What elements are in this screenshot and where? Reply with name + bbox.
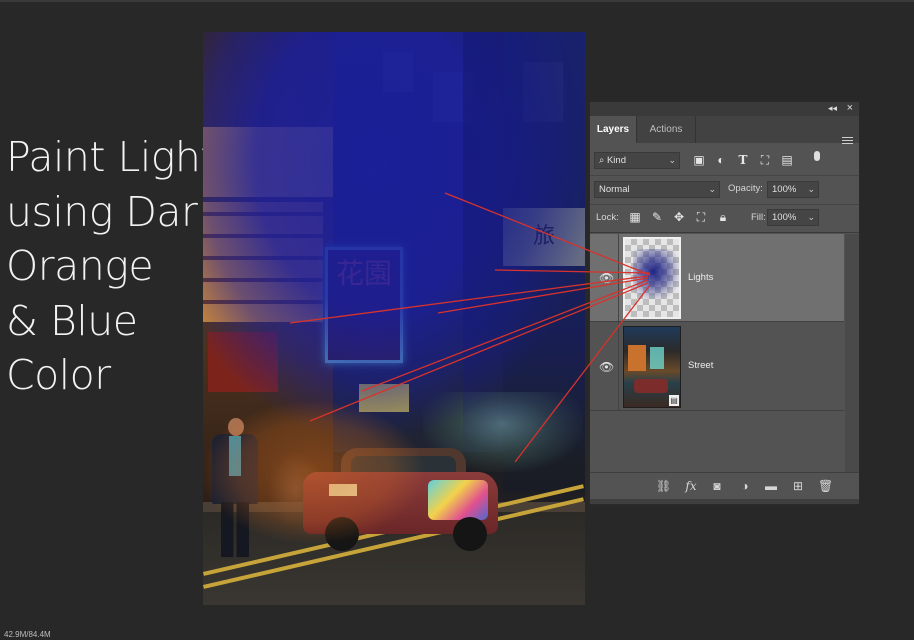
tab-actions[interactable]: Actions (636, 116, 696, 143)
lock-all-icon[interactable]: 🔒︎ (716, 210, 730, 224)
orange-light-paint (203, 372, 473, 572)
smart-object-filter-icon[interactable]: ▤ (780, 153, 794, 167)
lock-row: Lock: ▦ ✎ ✥ ⛶ 🔒︎ Fill: 100% ⌄ (590, 204, 859, 233)
panel-tabbar: Layers Actions (590, 116, 859, 146)
smart-object-icon: ▤ (669, 395, 679, 406)
layer-row-lights[interactable]: 👁︎ Lights (590, 234, 844, 322)
fill-field[interactable]: 100% ⌄ (767, 209, 819, 226)
chevron-down-icon: ⌄ (807, 212, 815, 222)
layer-name-lights[interactable]: Lights (688, 272, 713, 283)
close-icon[interactable]: × (847, 102, 853, 114)
chevron-down-icon: ⌄ (708, 184, 716, 194)
chevron-down-icon: ⌄ (668, 155, 676, 165)
layers-panel: ◂◂ × Layers Actions ⌕ Kind ⌄ ▣ ◐ T ⛶ ▤ N… (589, 101, 860, 505)
divider (618, 322, 619, 410)
search-icon: ⌕ (599, 155, 605, 166)
link-icon[interactable]: ⛓︎ (656, 479, 671, 493)
lock-label: Lock: (596, 212, 619, 223)
caption-line-1: Paint Light (6, 133, 216, 181)
caption-line-2: using Dark (6, 187, 221, 236)
eye-icon[interactable]: 👁︎ (599, 271, 614, 285)
divider (618, 234, 619, 321)
new-layer-icon[interactable]: ⊞ (791, 479, 805, 493)
filter-kind-select[interactable]: ⌕ Kind ⌄ (594, 152, 680, 169)
mask-icon[interactable]: ◙ (710, 479, 724, 493)
thumbnail-paint (633, 249, 679, 299)
thumbnail-detail (650, 347, 664, 369)
shape-filter-icon[interactable]: ⛶ (758, 153, 772, 167)
caption-line-4: & Blue (6, 296, 138, 345)
layer-row-street[interactable]: 👁︎ ▤ Street (590, 322, 844, 411)
lock-image-pixels-icon[interactable]: ✎ (650, 210, 664, 224)
chevron-down-icon: ⌄ (807, 184, 815, 194)
fx-icon[interactable]: fx (684, 479, 698, 493)
lock-artboard-icon[interactable]: ⛶ (694, 210, 708, 224)
panel-menu-icon[interactable] (842, 137, 853, 146)
eye-icon[interactable]: 👁︎ (599, 360, 614, 374)
top-edge (0, 0, 914, 2)
blend-row: Normal ⌄ Opacity: 100% ⌄ (590, 176, 859, 205)
opacity-label: Opacity: (728, 183, 763, 194)
filter-row: ⌕ Kind ⌄ ▣ ◐ T ⛶ ▤ (590, 147, 859, 176)
layer-thumbnail-lights[interactable] (623, 237, 681, 319)
caption-line-3: Orange (6, 242, 154, 290)
fill-label: Fill: (751, 212, 766, 223)
adjustment-filter-icon[interactable]: ◐ (714, 153, 728, 167)
panel-titlebar[interactable]: ◂◂ × (590, 102, 859, 116)
lock-transparent-pixels-icon[interactable]: ▦ (628, 210, 642, 224)
tutorial-caption: Paint Light using Dark Orange & Blue Col… (6, 130, 221, 403)
panel-bottom-edge (590, 499, 859, 504)
type-filter-icon[interactable]: T (736, 153, 750, 167)
opacity-field[interactable]: 100% ⌄ (767, 181, 819, 198)
filter-toggle-icon[interactable] (814, 151, 820, 161)
adjustment-icon[interactable]: ◑ (738, 479, 752, 493)
thumbnail-detail (634, 379, 668, 393)
lock-position-icon[interactable]: ✥ (672, 210, 686, 224)
layers-bottom-toolbar: ⛓︎ fx ◙ ◑ ▬ ⊞ 🗑︎ (590, 472, 859, 500)
status-bar-text: 42.9M/84.4M (4, 630, 51, 639)
blue-light-paint-right (463, 32, 585, 462)
opacity-value: 100% (772, 184, 797, 195)
layer-thumbnail-street[interactable]: ▤ (623, 326, 681, 408)
trash-icon[interactable]: 🗑︎ (818, 479, 833, 493)
layers-list: 👁︎ Lights 👁︎ ▤ Street (590, 234, 844, 472)
thumbnail-detail (628, 345, 646, 371)
blend-mode-value: Normal (599, 184, 630, 195)
folder-icon[interactable]: ▬ (764, 479, 778, 493)
double-chevron-icon[interactable]: ◂◂ (828, 103, 837, 114)
layer-name-street[interactable]: Street (688, 360, 713, 371)
tab-layers[interactable]: Layers (590, 116, 636, 143)
document-canvas[interactable]: 花園 旅 (203, 32, 585, 605)
image-filter-icon[interactable]: ▣ (692, 153, 706, 167)
layers-scrollbar[interactable] (845, 234, 859, 472)
blend-mode-select[interactable]: Normal ⌄ (594, 181, 720, 198)
fill-value: 100% (772, 212, 797, 223)
filter-kind-value: Kind (606, 155, 626, 166)
caption-line-5: Color (6, 351, 111, 399)
